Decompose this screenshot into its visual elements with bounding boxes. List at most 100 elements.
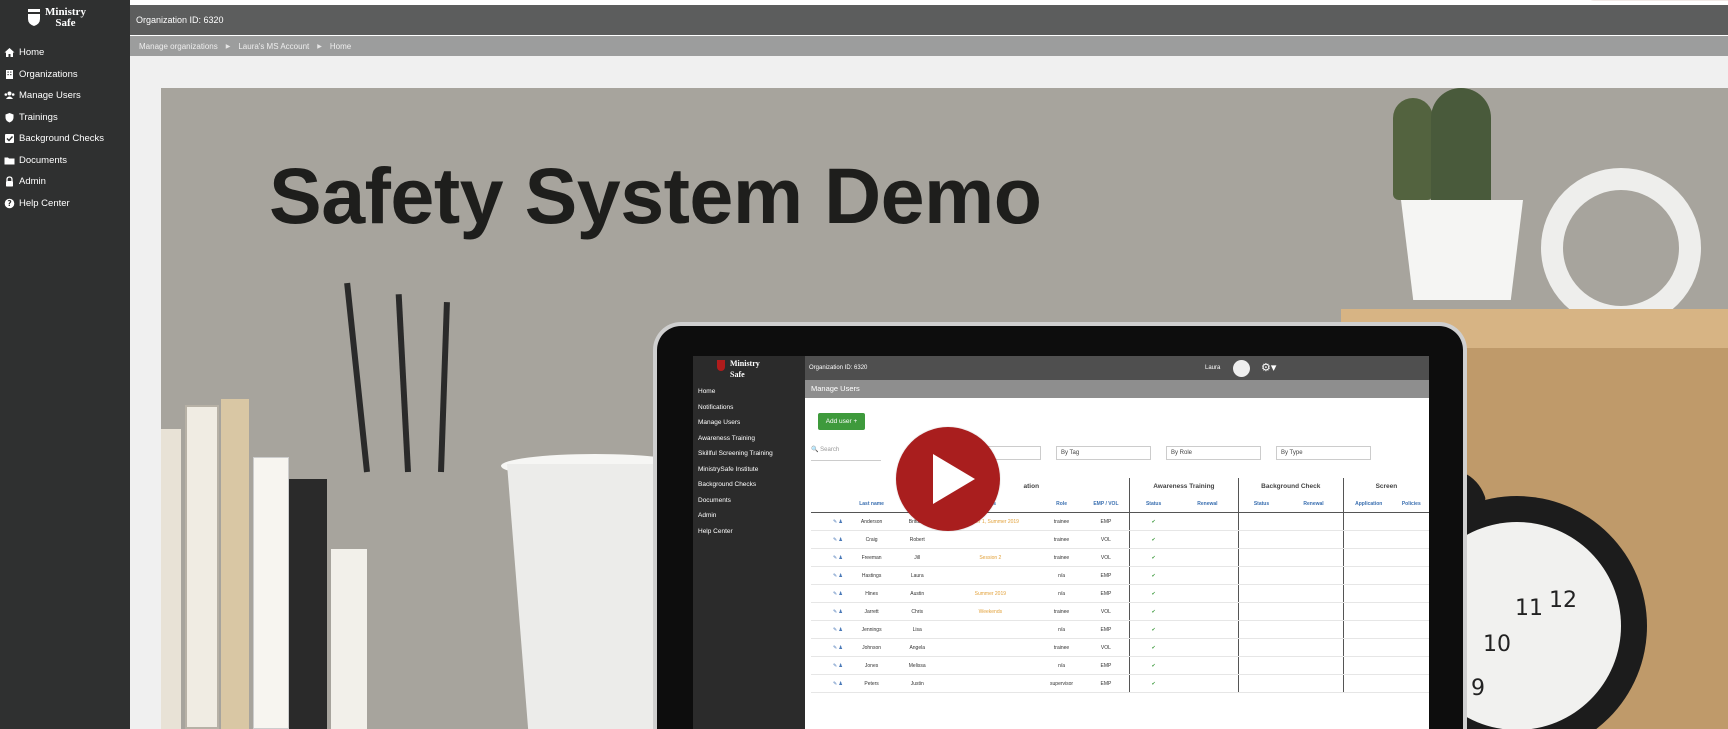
- screen-table-row: ✎ ♟ Freeman Jill Session 2 trainee VOL ✔: [811, 548, 1429, 567]
- screen-table-cell: VOL: [1082, 602, 1130, 621]
- screen-table-cell: n/a: [1040, 656, 1083, 675]
- screen-table-cell: EMP: [1082, 674, 1130, 693]
- screen-nav-item: Documents: [698, 496, 731, 504]
- top-right-tab: [1588, 0, 1728, 1]
- users-icon: [4, 90, 15, 101]
- breadcrumb-manage-organizations[interactable]: Manage organizations: [139, 42, 218, 51]
- screen-table-cell: trainee: [1040, 530, 1083, 549]
- ministrysafe-logo[interactable]: Ministry Safe: [28, 7, 128, 31]
- screen-table-cell: Robert: [894, 530, 941, 549]
- screen-filter: By Tag: [1056, 446, 1151, 460]
- sidebar-item-label: Manage Users: [19, 90, 81, 102]
- screen-table-cell: EMP: [1082, 512, 1130, 531]
- video-player[interactable]: 12 11 10 9 Safety System Demo Ministry Sa…: [161, 88, 1728, 729]
- screen-table-cell: Jarrett: [849, 602, 895, 621]
- screen-user-name: Laura: [1205, 365, 1221, 371]
- screen-sidebar: Ministry Safe Home Notifications Manage U…: [693, 356, 805, 729]
- screen-table-cell: Lisa: [894, 620, 941, 639]
- screen-table-row: ✎ ♟ Peters Justin supervisor EMP ✔: [811, 674, 1429, 693]
- avatar: [1233, 360, 1250, 377]
- play-button[interactable]: [896, 427, 1000, 531]
- screen-nav-item: MinistrySafe Institute: [698, 465, 759, 473]
- laptop: Ministry Safe Home Notifications Manage U…: [657, 326, 1463, 729]
- screen-table-cell: EMP: [1082, 566, 1130, 585]
- sidebar-item-manage-users[interactable]: Manage Users: [0, 85, 130, 107]
- breadcrumb-bar: Manage organizations ▶ Laura's MS Accoun…: [130, 36, 1728, 56]
- screen-table-cell: Peters: [849, 674, 895, 693]
- screen-nav-item: Skillful Screening Training: [698, 450, 773, 457]
- logo-line2: Safe: [55, 17, 76, 29]
- screen-table-cell: VOL: [1082, 548, 1130, 567]
- screen-table-cell: [940, 656, 1041, 675]
- screen-table-cell: Justin: [894, 674, 941, 693]
- screen-table-cell: Laura: [894, 566, 941, 585]
- screen-table-cell: [940, 530, 1041, 549]
- gear-icon: ⚙▾: [1261, 362, 1277, 374]
- sidebar-nav: Home Organizations Manage Users Training…: [0, 42, 130, 214]
- screen-nav-item: Background Checks: [698, 481, 757, 488]
- folder-icon: [4, 155, 15, 166]
- video-title: Safety System Demo: [269, 151, 1042, 240]
- organization-id: Organization ID: 6320: [136, 15, 224, 25]
- top-bar: Organization ID: 6320: [130, 5, 1728, 35]
- breadcrumb-account[interactable]: Laura's MS Account: [238, 42, 309, 51]
- sidebar-item-label: Home: [19, 47, 45, 59]
- chevron-right-icon: ▶: [317, 44, 322, 50]
- screen-table-cell: EMP: [1082, 620, 1130, 639]
- question-icon: ?: [4, 198, 15, 209]
- screen-table-row: ✎ ♟AndersonBrittanySummer 1, Summer 2019…: [811, 512, 1429, 531]
- screen-table-cell: EMP: [1082, 584, 1130, 603]
- shield-logo-icon: [28, 9, 40, 26]
- screen-nav-item: Manage Users: [698, 419, 741, 426]
- screen-top-bar: Organization ID: 6320 Laura ⚙▾: [805, 356, 1429, 380]
- screen-table-row: ✎ ♟ Jarrett Chris Weekends trainee VOL ✔: [811, 602, 1429, 621]
- screen-filter: By Type: [1276, 446, 1371, 460]
- screen-table-cell: Hines: [849, 584, 895, 603]
- screen-table-row: ✎ ♟ Jennings Lisa n/a EMP ✔: [811, 620, 1429, 639]
- laptop-screen: Ministry Safe Home Notifications Manage U…: [693, 356, 1429, 729]
- sidebar-item-label: Help Center: [19, 197, 70, 209]
- screen-table-cell: Anderson: [849, 512, 895, 531]
- screen-table-cell: [940, 620, 1041, 639]
- home-icon: [4, 47, 15, 58]
- screen-table-cell: Craig: [849, 530, 895, 549]
- screen-nav: Home Notifications Manage Users Awarenes…: [698, 388, 773, 543]
- sidebar-item-label: Admin: [19, 176, 46, 188]
- screen-table-cell: [940, 566, 1041, 585]
- screen-table-cell: Session 2: [940, 548, 1041, 567]
- sidebar-item-trainings[interactable]: Trainings: [0, 107, 130, 129]
- screen-nav-item: Admin: [698, 512, 717, 519]
- screen-table-cell: EMP: [1082, 656, 1130, 675]
- screen-table-row: ✎ ♟ Hines Austin Summer 2019 n/a EMP ✔: [811, 584, 1429, 603]
- sidebar-item-admin[interactable]: Admin: [0, 171, 130, 193]
- sidebar-item-documents[interactable]: Documents: [0, 150, 130, 172]
- books-illustration: [161, 388, 481, 729]
- play-icon: [933, 454, 975, 504]
- screen-table-cell: Chris: [894, 602, 941, 621]
- cactus-plant: [1431, 88, 1491, 206]
- sidebar-item-help-center[interactable]: ? Help Center: [0, 193, 130, 215]
- screen-filter: By Role: [1166, 446, 1261, 460]
- sidebar-item-background-checks[interactable]: Background Checks: [0, 128, 130, 150]
- sidebar-item-organizations[interactable]: Organizations: [0, 64, 130, 86]
- screen-table-cell: Weekends: [940, 602, 1041, 621]
- screen-table-cell: [940, 638, 1041, 657]
- screen-table-row: ✎ ♟ Johnson Angela trainee VOL ✔: [811, 638, 1429, 657]
- building-icon: [4, 69, 15, 80]
- screen-table-cell: Melissa: [894, 656, 941, 675]
- svg-text:?: ?: [7, 199, 11, 208]
- screen-table-cell: [940, 674, 1041, 693]
- screen-table-cell: n/a: [1040, 584, 1083, 603]
- screen-table-row: ✎ ♟ Jones Melissa n/a EMP ✔: [811, 656, 1429, 675]
- breadcrumb: Manage organizations ▶ Laura's MS Accoun…: [139, 42, 351, 51]
- screen-logo: Ministry Safe: [717, 360, 760, 379]
- screen-table-cell: supervisor: [1040, 674, 1083, 693]
- screen-table-cell: n/a: [1040, 620, 1083, 639]
- sidebar-item-label: Background Checks: [19, 133, 105, 145]
- screen-table-cell: n/a: [1040, 566, 1083, 585]
- screen-table-cell: Hastings: [849, 566, 895, 585]
- chevron-right-icon: ▶: [225, 44, 231, 50]
- sidebar-item-home[interactable]: Home: [0, 42, 130, 64]
- screen-nav-item: Help Center: [698, 527, 733, 535]
- sidebar-item-label: Trainings: [19, 111, 58, 123]
